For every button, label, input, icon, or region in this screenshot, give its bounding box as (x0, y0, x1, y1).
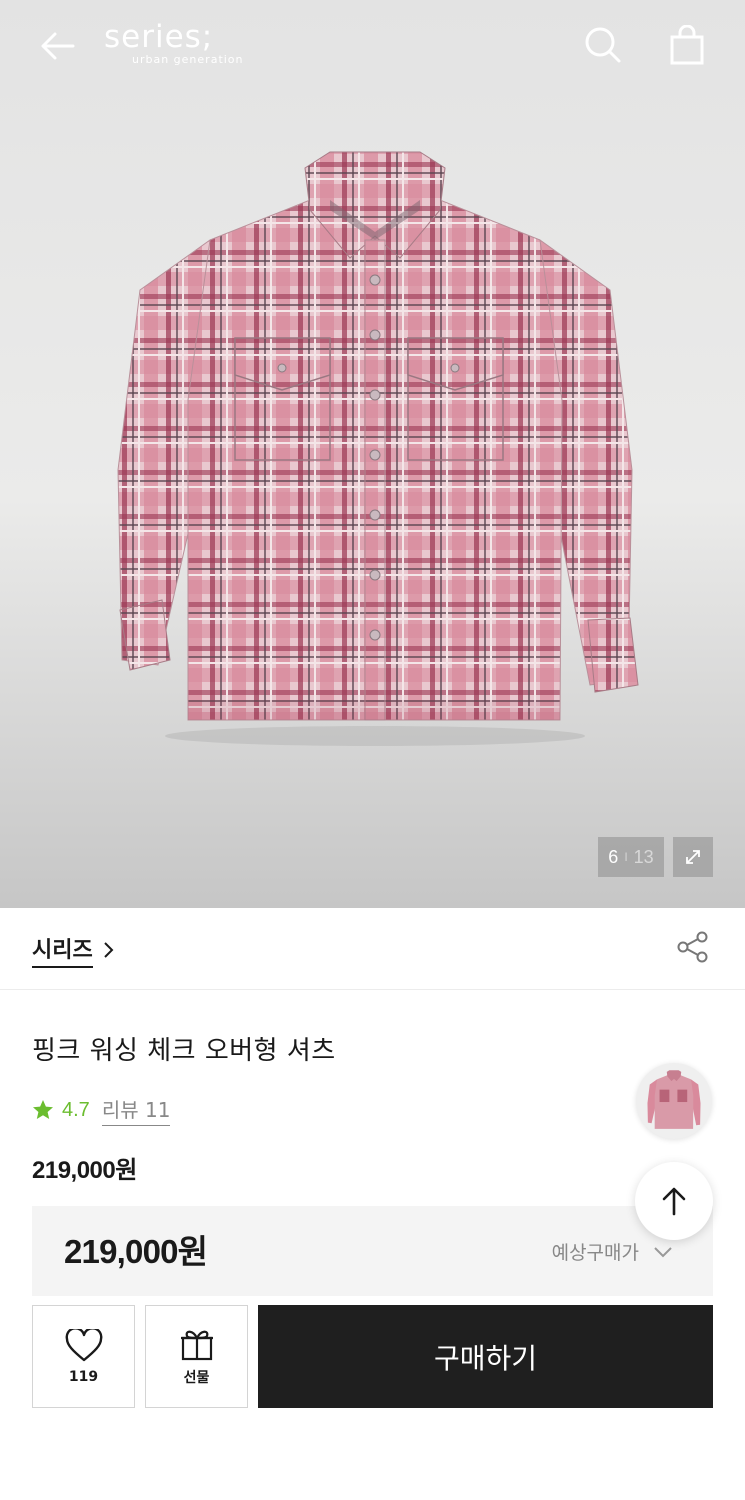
expected-price-panel: 219,000원 예상구매가 (32, 1206, 713, 1296)
search-icon (585, 27, 621, 63)
product-thumbnail[interactable] (636, 1063, 712, 1139)
rating-row: 4.7 리뷰 11 (32, 1094, 171, 1126)
expand-image-button[interactable] (673, 837, 713, 877)
gift-label: 선물 (183, 1369, 210, 1386)
search-button[interactable] (582, 24, 624, 66)
logo-tagline: urban generation (132, 53, 244, 66)
product-image[interactable] (100, 140, 650, 760)
shopping-bag-icon (670, 25, 704, 65)
gift-button[interactable]: 선물 (145, 1305, 248, 1408)
brand-link[interactable]: 시리즈 (32, 932, 115, 968)
heart-icon (65, 1328, 102, 1361)
like-count: 119 (68, 1368, 99, 1385)
back-button[interactable] (36, 26, 78, 66)
like-button[interactable]: 119 (32, 1305, 135, 1408)
star-icon (33, 1100, 53, 1119)
product-title: 핑크 워싱 체크 오버형 셔츠 (32, 1036, 336, 1066)
image-total: 13 (633, 846, 654, 867)
brand-row: 시리즈 (0, 908, 745, 990)
arrow-up-icon (662, 1187, 686, 1216)
product-gallery[interactable]: series; urban generation 6 I 13 (0, 0, 745, 908)
image-counter: 6 I 13 (598, 837, 664, 877)
thumbnail-image (647, 1070, 701, 1129)
brand-logo[interactable]: series; urban generation (104, 20, 244, 66)
gift-icon (180, 1330, 213, 1360)
share-icon (677, 931, 708, 963)
review-link[interactable]: 리뷰 11 (101, 1094, 171, 1126)
expected-price-value: 219,000원 (64, 1233, 208, 1270)
image-current: 6 (608, 846, 619, 867)
top-navigation: series; urban generation (0, 0, 745, 92)
buy-button[interactable]: 구매하기 (258, 1305, 713, 1408)
expected-price-label: 예상구매가 (551, 1242, 639, 1264)
chevron-down-icon (654, 1246, 672, 1257)
chevron-right-icon (104, 942, 114, 958)
expected-price-toggle[interactable]: 예상구매가 (552, 1238, 673, 1265)
share-button[interactable] (674, 928, 712, 966)
expand-icon (686, 850, 700, 864)
logo-text: series; (104, 19, 214, 55)
back-arrow-icon (41, 32, 75, 60)
brand-name: 시리즈 (32, 932, 93, 968)
scroll-to-top-button[interactable] (635, 1162, 713, 1240)
product-price: 219,000원 (32, 1157, 137, 1184)
image-counter-separator: I (624, 850, 628, 864)
shopping-bag-button[interactable] (666, 24, 708, 66)
rating-value: 4.7 (62, 1098, 90, 1121)
